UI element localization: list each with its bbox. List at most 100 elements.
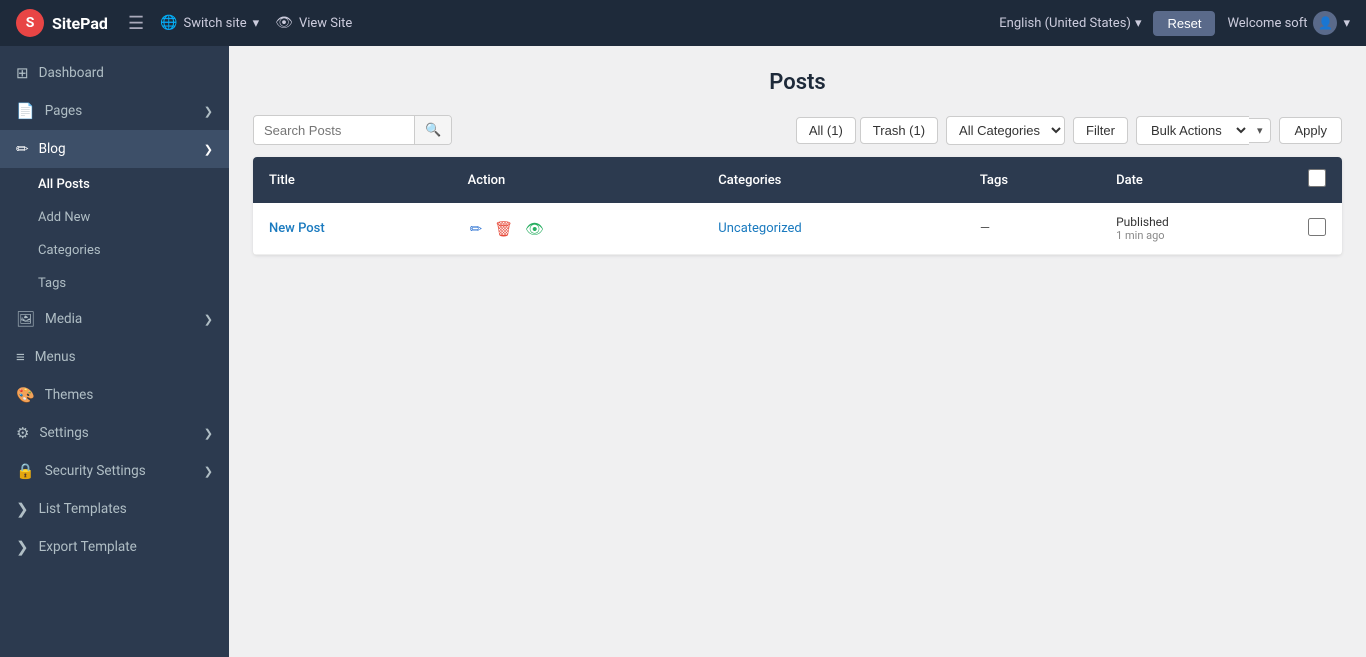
sidebar: ⊞ Dashboard 📄 Pages ❯ ✏ Blog ❯ All Posts… xyxy=(0,46,229,657)
sidebar-item-media[interactable]: 🖼 Media ❯ xyxy=(0,300,229,338)
top-navigation: S SitePad ☰ 🌐 Switch site ▾ 👁 View Site … xyxy=(0,0,1366,46)
list-templates-icon: ❯ xyxy=(16,500,29,518)
sidebar-item-dashboard[interactable]: ⊞ Dashboard xyxy=(0,54,229,92)
user-menu[interactable]: Welcome soft 👤 ▾ xyxy=(1227,11,1350,35)
edit-post-button[interactable]: ✏ xyxy=(468,218,485,240)
eye-icon: 👁 xyxy=(275,15,293,31)
language-chevron: ▾ xyxy=(1135,16,1142,31)
post-category-cell: Uncategorized xyxy=(702,203,964,255)
settings-icon: ⚙ xyxy=(16,424,29,442)
posts-toolbar: 🔍 All (1) Trash (1) All Categories Filte… xyxy=(253,115,1342,145)
col-tags: Tags xyxy=(964,157,1100,203)
post-tags-value: — xyxy=(980,221,990,236)
bulk-actions-select[interactable]: Bulk Actions xyxy=(1136,116,1249,145)
sidebar-label-security: Security Settings xyxy=(45,463,146,479)
col-checkbox-header xyxy=(1292,157,1342,203)
post-tags-cell: — xyxy=(964,203,1100,255)
main-layout: ⊞ Dashboard 📄 Pages ❯ ✏ Blog ❯ All Posts… xyxy=(0,46,1366,657)
export-template-icon: ❯ xyxy=(16,538,29,556)
sidebar-item-pages[interactable]: 📄 Pages ❯ xyxy=(0,92,229,130)
sidebar-label-export-template: Export Template xyxy=(39,539,137,555)
sidebar-label-pages: Pages xyxy=(45,103,83,119)
categories-select[interactable]: All Categories xyxy=(946,116,1065,145)
welcome-label: Welcome soft xyxy=(1227,16,1307,31)
sub-label-all-posts: All Posts xyxy=(38,177,90,192)
apply-button[interactable]: Apply xyxy=(1279,117,1342,144)
tab-trash[interactable]: Trash (1) xyxy=(860,117,938,144)
col-action: Action xyxy=(452,157,703,203)
sidebar-label-menus: Menus xyxy=(35,349,76,365)
reset-button[interactable]: Reset xyxy=(1153,11,1215,36)
page-title: Posts xyxy=(253,70,1342,95)
bulk-actions-dropdown-btn[interactable]: ▾ xyxy=(1249,118,1272,143)
themes-icon: 🎨 xyxy=(16,386,35,404)
sidebar-label-settings: Settings xyxy=(39,425,88,441)
sidebar-item-list-templates[interactable]: ❯ List Templates xyxy=(0,490,229,528)
col-date: Date xyxy=(1100,157,1292,203)
menus-icon: ≡ xyxy=(16,348,25,366)
sidebar-sub-categories[interactable]: Categories xyxy=(0,234,229,267)
post-action-cell: ✏ 🗑 👁 xyxy=(452,203,703,255)
sub-label-add-new: Add New xyxy=(38,210,90,225)
user-chevron: ▾ xyxy=(1343,16,1350,31)
sidebar-label-blog: Blog xyxy=(39,141,66,157)
delete-post-button[interactable]: 🗑 xyxy=(492,218,515,240)
main-content: Posts 🔍 All (1) Trash (1) All Categories… xyxy=(229,46,1366,657)
sidebar-item-security[interactable]: 🔒 Security Settings ❯ xyxy=(0,452,229,490)
view-site-button[interactable]: 👁 View Site xyxy=(275,15,352,31)
tab-all[interactable]: All (1) xyxy=(796,117,856,144)
app-logo[interactable]: S SitePad xyxy=(16,9,108,37)
sidebar-item-menus[interactable]: ≡ Menus xyxy=(0,338,229,376)
switch-site-label: Switch site xyxy=(184,16,247,31)
action-icons: ✏ 🗑 👁 xyxy=(468,218,687,240)
logo-icon: S xyxy=(16,9,44,37)
sidebar-item-themes[interactable]: 🎨 Themes xyxy=(0,376,229,414)
user-avatar: 👤 xyxy=(1313,11,1337,35)
select-all-checkbox[interactable] xyxy=(1308,169,1326,187)
sidebar-sub-all-posts[interactable]: All Posts xyxy=(0,168,229,201)
blog-chevron: ❯ xyxy=(204,143,213,156)
col-title: Title xyxy=(253,157,452,203)
settings-chevron: ❯ xyxy=(204,427,213,440)
view-site-label: View Site xyxy=(299,16,352,31)
post-title-link[interactable]: New Post xyxy=(269,221,325,236)
pages-chevron: ❯ xyxy=(204,105,213,118)
sub-label-categories: Categories xyxy=(38,243,101,258)
hamburger-icon[interactable]: ☰ xyxy=(128,13,144,34)
search-button[interactable]: 🔍 xyxy=(414,116,451,144)
dashboard-icon: ⊞ xyxy=(16,64,29,82)
media-icon: 🖼 xyxy=(16,310,35,328)
sidebar-sub-tags[interactable]: Tags xyxy=(0,267,229,300)
view-post-button[interactable]: 👁 xyxy=(523,218,546,240)
language-selector[interactable]: English (United States) ▾ xyxy=(999,16,1141,31)
posts-table: Title Action Categories Tags Date xyxy=(253,157,1342,255)
sidebar-label-list-templates: List Templates xyxy=(39,501,127,517)
filter-tabs: All (1) Trash (1) xyxy=(796,117,938,144)
search-input[interactable] xyxy=(254,117,414,144)
language-label: English (United States) xyxy=(999,16,1131,31)
switch-site-chevron: ▾ xyxy=(253,16,260,31)
post-date-status: Published xyxy=(1116,215,1276,229)
search-wrapper: 🔍 xyxy=(253,115,452,145)
sidebar-sub-add-new[interactable]: Add New xyxy=(0,201,229,234)
sidebar-item-export-template[interactable]: ❯ Export Template xyxy=(0,528,229,566)
pages-icon: 📄 xyxy=(16,102,35,120)
filter-button[interactable]: Filter xyxy=(1073,117,1128,144)
blog-icon: ✏ xyxy=(16,140,29,158)
globe-icon: 🌐 xyxy=(160,15,177,31)
sidebar-item-blog[interactable]: ✏ Blog ❯ xyxy=(0,130,229,168)
post-date-relative: 1 min ago xyxy=(1116,229,1276,242)
table-row: New Post ✏ 🗑 👁 Uncategorized — xyxy=(253,203,1342,255)
top-nav-right: English (United States) ▾ Reset Welcome … xyxy=(999,11,1350,36)
switch-site-button[interactable]: 🌐 Switch site ▾ xyxy=(160,15,259,31)
sub-label-tags: Tags xyxy=(38,276,66,291)
post-select-checkbox[interactable] xyxy=(1308,218,1326,236)
post-category-link[interactable]: Uncategorized xyxy=(718,221,801,236)
media-chevron: ❯ xyxy=(204,313,213,326)
sidebar-label-themes: Themes xyxy=(45,387,94,403)
sidebar-label-dashboard: Dashboard xyxy=(39,65,104,81)
bulk-actions-wrapper: Bulk Actions ▾ xyxy=(1136,116,1272,145)
sidebar-item-settings[interactable]: ⚙ Settings ❯ xyxy=(0,414,229,452)
post-date-cell: Published 1 min ago xyxy=(1100,203,1292,255)
app-name: SitePad xyxy=(52,14,108,33)
